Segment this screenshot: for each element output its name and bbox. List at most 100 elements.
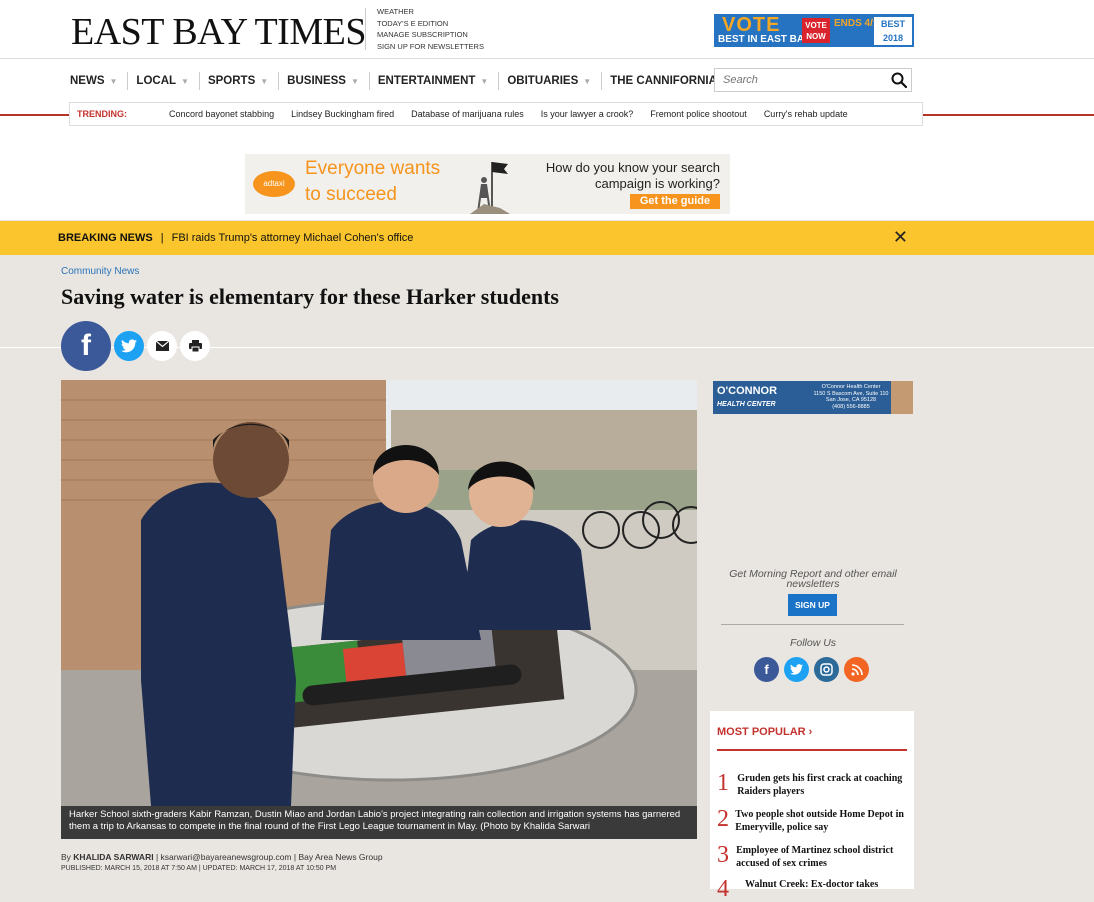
popular-item[interactable]: 2 Two people shot outside Home Depot in … <box>717 807 907 834</box>
popular-title[interactable]: Gruden gets his first crack at coaching … <box>737 771 907 798</box>
caret-down-icon: ▼ <box>350 76 359 86</box>
close-icon[interactable]: ✕ <box>893 228 908 246</box>
most-popular-rule <box>717 749 907 751</box>
nav-label: ENTERTAINMENT <box>377 75 476 87</box>
caret-down-icon: ▼ <box>260 76 269 86</box>
nav-label: THE CANNIFORNIAN <box>610 75 726 87</box>
nav-item-obituaries[interactable]: OBITUARIES ▼ <box>507 72 603 90</box>
banner-ad-headline: Everyone wants <box>305 158 441 179</box>
trending-link[interactable]: Lindsey Buckingham fired <box>291 109 394 119</box>
social-follow-icons: f <box>754 657 874 682</box>
nav-item-business[interactable]: BUSINESS ▼ <box>287 72 370 90</box>
oconnor-ad-details: O'Connor Health Center 1150 S Bascom Ave… <box>811 384 891 410</box>
oconnor-health-ad[interactable]: O'CONNOR HEALTH CENTER O'Connor Health Ce… <box>713 381 913 414</box>
oconnor-ad-photo <box>891 381 913 414</box>
article-photo[interactable] <box>61 380 697 806</box>
breaking-news-link[interactable]: FBI raids Trump's attorney Michael Cohen… <box>172 232 414 244</box>
trending-link[interactable]: Fremont police shootout <box>650 109 747 119</box>
utility-link-manage-subscription[interactable]: MANAGE SUBSCRIPTION <box>377 29 484 41</box>
popular-rank: 1 <box>717 770 729 796</box>
utility-link-newsletters[interactable]: SIGN UP FOR NEWSLETTERS <box>377 41 484 53</box>
nav-label: LOCAL <box>136 75 177 87</box>
trending-bar: TRENDING: Concord bayonet stabbing Linds… <box>69 102 923 126</box>
banner-ad-headline: to succeed <box>305 184 397 205</box>
utility-link-e-edition[interactable]: TODAY'S E EDITION <box>377 18 484 30</box>
oconnor-ad-detail-title: O'Connor Health Center <box>821 384 881 390</box>
logo-divider <box>365 8 366 50</box>
oconnor-ad-city: San Jose, CA 95128 <box>825 397 877 403</box>
photo-caption: Harker School sixth-graders Kabir Ramzan… <box>61 806 697 839</box>
site-logo[interactable]: EAST BAY TIMES <box>71 10 366 54</box>
vote-ad-best-logo: BEST 2018 <box>874 17 912 45</box>
nav-item-local[interactable]: LOCAL ▼ <box>136 72 200 90</box>
instagram-follow-icon[interactable] <box>814 657 839 682</box>
popular-title[interactable]: Employee of Martinez school district acc… <box>736 843 907 870</box>
breaking-news-bar: BREAKING NEWS | FBI raids Trump's attorn… <box>0 221 1094 255</box>
banner-ad-cta[interactable]: Get the guide <box>630 194 720 209</box>
nav-item-sports[interactable]: SPORTS ▼ <box>207 72 280 90</box>
nav-label: NEWS <box>70 75 105 87</box>
utility-links: WEATHER TODAY'S E EDITION MANAGE SUBSCRI… <box>377 6 484 52</box>
follow-us-label: Follow Us <box>789 637 837 649</box>
share-bar: f <box>61 321 210 371</box>
trending-link[interactable]: Concord bayonet stabbing <box>169 109 274 119</box>
article-headline: Saving water is elementary for these Har… <box>61 284 559 309</box>
byline-prefix: By <box>61 852 71 862</box>
caret-down-icon: ▼ <box>109 76 118 86</box>
oconnor-ad-subtitle: HEALTH CENTER <box>717 401 776 408</box>
search-input[interactable] <box>715 69 891 91</box>
popular-title[interactable]: Two people shot outside Home Depot in Em… <box>735 807 907 834</box>
newsletter-signup-button[interactable]: SIGN UP <box>788 594 837 616</box>
breaking-news-label: BREAKING NEWS <box>58 232 153 244</box>
popular-item[interactable]: 4 Walnut Creek: Ex-doctor takes <box>717 877 907 901</box>
twitter-share-button[interactable] <box>114 331 144 361</box>
instagram-icon <box>820 663 833 676</box>
nav-label: SPORTS <box>207 75 256 87</box>
caret-down-icon: ▼ <box>181 76 189 86</box>
sidebar-divider <box>721 624 904 625</box>
most-popular-panel: MOST POPULAR › 1 Gruden gets his first c… <box>710 711 914 901</box>
article-section-link[interactable]: Community News <box>61 266 139 277</box>
trending-label: TRENDING: <box>77 109 127 119</box>
author-org: Bay Area News Group <box>298 852 383 862</box>
vote-best-ad[interactable]: VOTE BEST IN EAST BAY VOTE NOW ENDS 4/16… <box>714 14 914 47</box>
breaking-separator: | <box>160 232 164 244</box>
popular-item[interactable]: 1 Gruden gets his first crack at coachin… <box>717 771 907 798</box>
caret-down-icon: ▼ <box>583 76 592 86</box>
twitter-icon <box>790 664 803 675</box>
oconnor-ad-phone: (408) 556-8885 <box>832 403 870 410</box>
facebook-icon: f <box>81 329 91 362</box>
author-link[interactable]: KHALIDA SARWARI <box>73 852 153 862</box>
newsletter-prompt: Get Morning Report and other email newsl… <box>729 568 897 590</box>
nav-item-entertainment[interactable]: ENTERTAINMENT ▼ <box>377 72 500 90</box>
popular-rank: 3 <box>717 842 729 868</box>
oconnor-ad-name: O'CONNOR HEALTH CENTER <box>717 385 777 409</box>
banner-ad[interactable]: adtaxi Everyone wants to succeed How do … <box>245 154 730 214</box>
utility-link-weather[interactable]: WEATHER <box>377 6 484 18</box>
trending-link[interactable]: Is your lawyer a crook? <box>541 109 634 119</box>
popular-item[interactable]: 3 Employee of Martinez school district a… <box>717 843 907 870</box>
facebook-follow-icon[interactable]: f <box>754 657 779 682</box>
popular-rank: 4 <box>717 876 729 902</box>
rss-follow-icon[interactable] <box>844 657 869 682</box>
article-byline: By KHALIDA SARWARI | ksarwari@bayareanew… <box>61 852 383 862</box>
facebook-share-button[interactable]: f <box>61 321 111 371</box>
trending-link[interactable]: Curry's rehab update <box>764 109 848 119</box>
nav-item-news[interactable]: NEWS ▼ <box>70 72 129 90</box>
rss-icon <box>850 663 863 676</box>
twitter-follow-icon[interactable] <box>784 657 809 682</box>
email-share-button[interactable] <box>147 331 177 361</box>
students-photo-illustration <box>61 380 697 806</box>
caret-down-icon: ▼ <box>480 76 489 86</box>
most-popular-title[interactable]: MOST POPULAR › <box>717 726 812 738</box>
twitter-icon <box>121 339 137 353</box>
popular-title[interactable]: Walnut Creek: Ex-doctor takes <box>745 877 878 901</box>
search-icon[interactable] <box>891 72 907 88</box>
trending-link[interactable]: Database of marijuana rules <box>411 109 524 119</box>
popular-rank: 2 <box>717 806 729 832</box>
print-button[interactable] <box>180 331 210 361</box>
main-nav: NEWS ▼ LOCAL ▼ SPORTS ▼ BUSINESS ▼ ENTERTAIN… <box>70 70 743 92</box>
adtaxi-logo: adtaxi <box>253 171 295 197</box>
published-date: PUBLISHED: March 15, 2018 at 7:50 am | U… <box>61 865 337 872</box>
author-email-link[interactable]: ksarwari@bayareanewsgroup.com <box>161 852 292 862</box>
